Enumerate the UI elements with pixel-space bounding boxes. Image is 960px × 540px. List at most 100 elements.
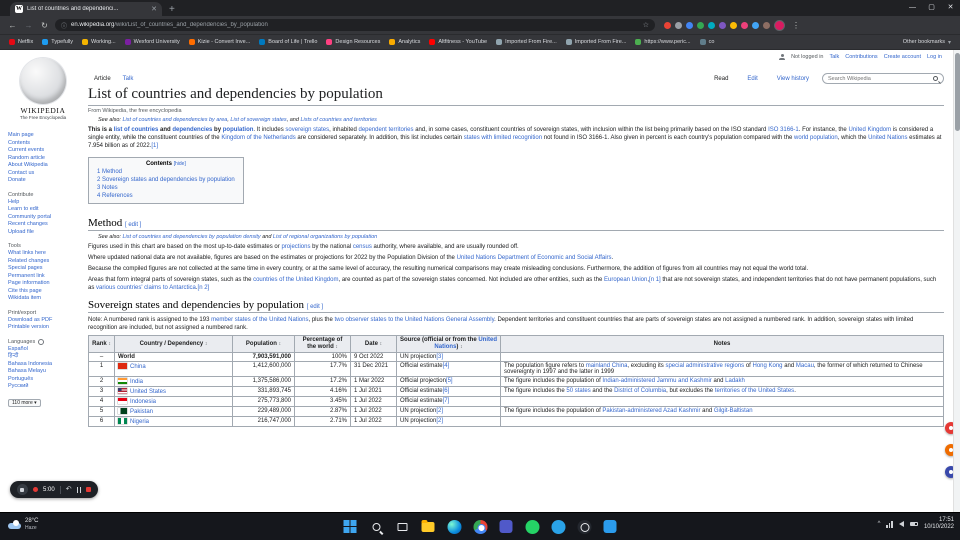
extension-icon[interactable]	[675, 21, 682, 29]
sidebar-item-special-pages[interactable]: Special pages	[8, 265, 84, 273]
languages-settings-icon[interactable]	[38, 338, 45, 345]
sidebar-language[interactable]: Español	[8, 346, 84, 354]
pause-recording-icon[interactable]	[76, 486, 82, 493]
battery-icon[interactable]	[909, 522, 918, 526]
extension-icon[interactable]	[741, 21, 748, 29]
toc-hide-toggle[interactable]: [hide]	[174, 161, 186, 167]
sidebar-item-permanent-link[interactable]: Permanent link	[8, 273, 84, 281]
sidebar-item-recent-changes[interactable]: Recent changes	[8, 221, 84, 229]
file-explorer-icon[interactable]	[420, 518, 437, 535]
address-bar[interactable]: ⓘ en.wikipedia.org/wiki/List_of_countrie…	[55, 19, 655, 31]
weather-widget[interactable]: 28°C Haze	[8, 518, 38, 531]
close-icon[interactable]: ✕	[941, 0, 960, 16]
sidebar-item-what-links-here[interactable]: What links here	[8, 250, 84, 258]
webcam-icon[interactable]	[17, 484, 28, 495]
search-input[interactable]	[828, 75, 930, 82]
sidebar-item-contact[interactable]: Contact us	[8, 170, 84, 178]
edit-link[interactable]: [ edit ]	[125, 222, 141, 228]
bookmark-item[interactable]: Working...	[82, 39, 116, 45]
back-icon[interactable]: ←	[7, 21, 18, 30]
tray-chevron-icon[interactable]: ^	[878, 521, 881, 527]
toc-item-sovereign-states[interactable]: 2 Sovereign states and dependencies by p…	[97, 176, 235, 184]
minimize-icon[interactable]: —	[903, 0, 922, 16]
taskbar-search-icon[interactable]	[368, 518, 385, 535]
edge-icon[interactable]	[446, 518, 463, 535]
sidebar-item-about[interactable]: About Wikipedia	[8, 162, 84, 170]
personal-link-contributions[interactable]: Contributions	[845, 54, 877, 60]
sidebar-item-page-information[interactable]: Page information	[8, 280, 84, 288]
sidebar-language[interactable]: हिन्दी	[8, 353, 84, 361]
toc-item-references[interactable]: 4 References	[97, 192, 235, 200]
obs-icon[interactable]	[576, 518, 593, 535]
sidebar-item-printable-version[interactable]: Printable version	[8, 324, 84, 332]
tab-article[interactable]: Article	[88, 74, 117, 84]
tab-talk[interactable]: Talk	[117, 74, 140, 84]
sidebar-item-help[interactable]: Help	[8, 199, 84, 207]
telegram-icon[interactable]	[550, 518, 567, 535]
tab-close-icon[interactable]: ✕	[151, 5, 157, 13]
sidebar-item-wikidata-item[interactable]: Wikidata item	[8, 295, 84, 303]
extension-icon[interactable]	[763, 21, 770, 29]
col-date[interactable]: Date ↕	[350, 335, 397, 353]
volume-icon[interactable]	[898, 521, 904, 527]
bookmark-item[interactable]: Design Resources	[326, 39, 380, 45]
sidebar-item-donate[interactable]: Donate	[8, 177, 84, 185]
sidebar-language[interactable]: Русский	[8, 383, 84, 391]
other-bookmarks-button[interactable]: Other bookmarks ▾	[903, 39, 951, 46]
bookmark-item[interactable]: Wexford University	[124, 39, 180, 45]
vscode-icon[interactable]	[602, 518, 619, 535]
forward-icon[interactable]: →	[23, 21, 34, 30]
bookmark-item[interactable]: co	[699, 39, 714, 45]
extension-icon[interactable]	[664, 21, 671, 29]
personal-link-login[interactable]: Log in	[927, 54, 942, 60]
toc-item-method[interactable]: 1 Method	[97, 168, 235, 176]
bookmark-item[interactable]: Netflix	[9, 39, 33, 45]
bookmark-item[interactable]: Altfitness - YouTube	[429, 39, 487, 45]
country-link[interactable]: United States	[130, 389, 166, 395]
extension-icon[interactable]	[708, 21, 715, 29]
col-population[interactable]: Population ↕	[232, 335, 295, 353]
page-scrollbar[interactable]	[953, 50, 960, 512]
bookmark-item[interactable]: Board of Life | Trello	[259, 39, 317, 45]
sidebar-item-contents[interactable]: Contents	[8, 140, 84, 148]
bookmark-item[interactable]: Typefully	[42, 39, 73, 45]
chrome-icon[interactable]	[472, 518, 489, 535]
sidebar-language[interactable]: Português	[8, 376, 84, 384]
toc-item-notes[interactable]: 3 Notes	[97, 184, 235, 192]
stop-recording-icon[interactable]	[86, 487, 92, 492]
profile-avatar[interactable]	[774, 19, 785, 31]
col-percentage[interactable]: Percentage of the world ↕	[294, 335, 351, 353]
personal-link-create-account[interactable]: Create account	[884, 54, 921, 60]
bookmark-item[interactable]: Kizie - Convert Inve...	[188, 39, 250, 45]
bookmark-folder[interactable]: Imported From Fire...	[496, 39, 557, 45]
start-button[interactable]	[342, 518, 359, 535]
bookmark-item[interactable]: Analytics	[389, 39, 420, 45]
extension-icon[interactable]	[719, 21, 726, 29]
sidebar-item-related-changes[interactable]: Related changes	[8, 258, 84, 266]
country-link[interactable]: Pakistan	[130, 409, 153, 415]
sidebar-language[interactable]: Bahasa Melayu	[8, 368, 84, 376]
col-rank[interactable]: Rank ↕	[88, 335, 115, 353]
country-link[interactable]: India	[130, 379, 143, 385]
sidebar-item-community-portal[interactable]: Community portal	[8, 214, 84, 222]
search-icon[interactable]	[933, 76, 938, 81]
screen-recorder-toolbar[interactable]: 5:00 ↶	[10, 481, 99, 498]
bookmark-star-icon[interactable]: ☆	[643, 21, 649, 29]
sidebar-item-upload-file[interactable]: Upload file	[8, 229, 84, 237]
new-tab-button[interactable]: +	[169, 4, 175, 15]
task-view-icon[interactable]	[394, 518, 411, 535]
sidebar-item-main-page[interactable]: Main page	[8, 132, 84, 140]
col-source[interactable]: Source (official or from the United Nati…	[396, 335, 501, 353]
sidebar-item-cite-this-page[interactable]: Cite this page	[8, 288, 84, 296]
tab-read[interactable]: Read	[708, 74, 734, 84]
sidebar-item-learn-to-edit[interactable]: Learn to edit	[8, 206, 84, 214]
bookmark-item[interactable]: https://www.peric...	[635, 39, 691, 45]
bookmark-folder[interactable]: Imported From Fire...	[565, 39, 626, 45]
network-signal-icon[interactable]	[886, 520, 893, 528]
country-link[interactable]: Nigeria	[130, 419, 149, 425]
whatsapp-icon[interactable]	[524, 518, 541, 535]
country-link[interactable]: China	[130, 364, 146, 370]
reload-icon[interactable]: ↻	[39, 21, 50, 30]
personal-link-talk[interactable]: Talk	[829, 54, 839, 60]
browser-menu-icon[interactable]: ⋮	[789, 21, 803, 30]
